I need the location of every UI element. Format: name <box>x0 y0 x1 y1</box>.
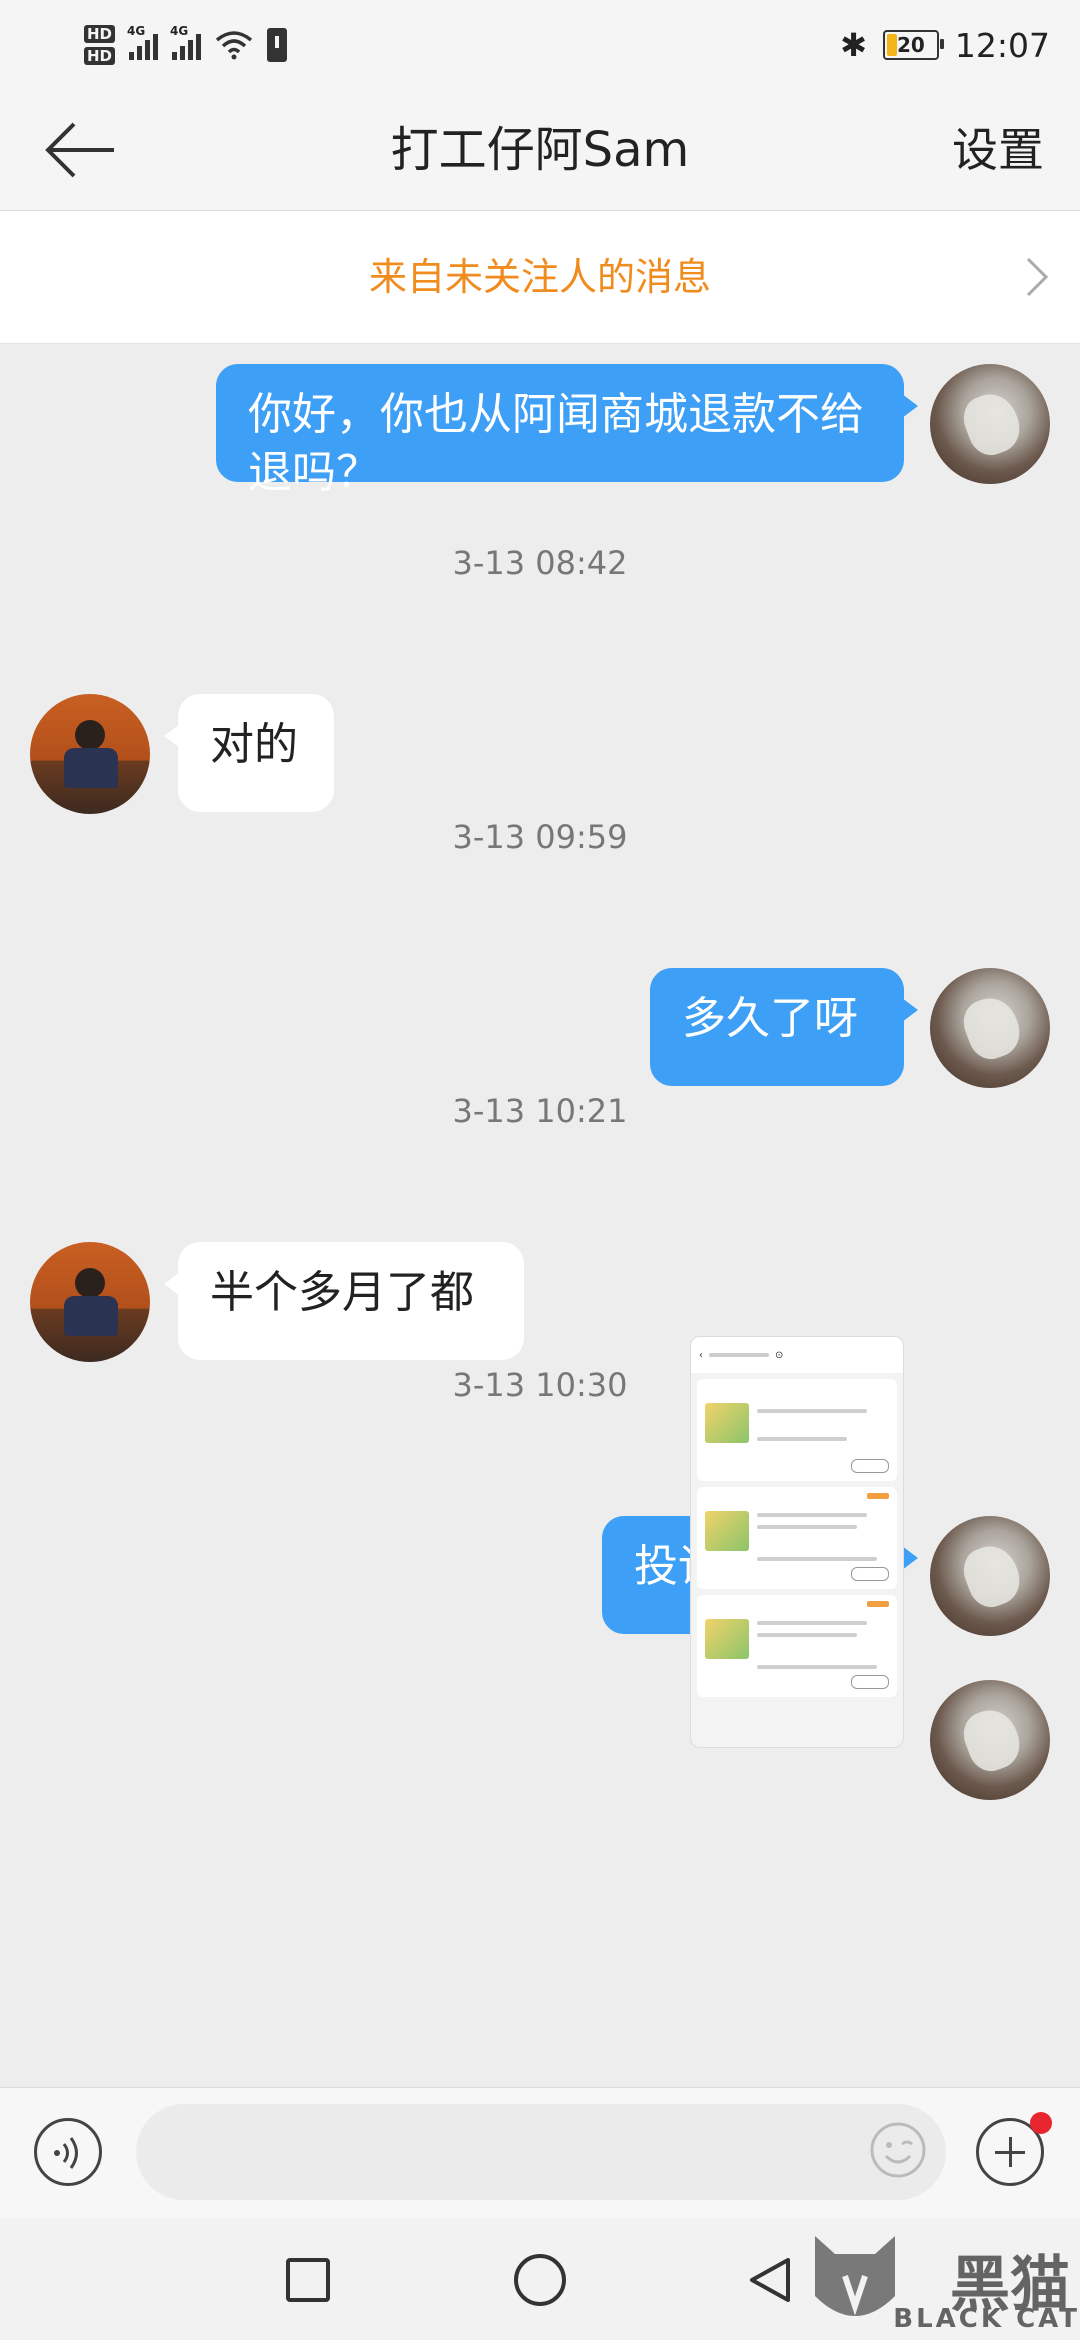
alert-icon <box>267 28 288 62</box>
clock: 12:07 <box>954 25 1050 65</box>
home-button[interactable] <box>514 2254 566 2306</box>
nav-back-icon[interactable] <box>744 2254 796 2306</box>
signal-icon: 4G <box>127 24 159 60</box>
status-left: HD HD 4G 4G <box>84 12 288 78</box>
message-bubble-outgoing[interactable]: 你好，你也从阿闻商城退款不给退吗？ <box>216 364 918 498</box>
message-bubble-incoming[interactable]: 半个多月了都 <box>164 1242 524 1360</box>
contact-avatar[interactable] <box>30 1242 150 1362</box>
message-timestamp: 3-13 08:42 <box>452 544 628 582</box>
hd2-icon: HD <box>84 47 116 65</box>
image-message-preview-card <box>697 1595 897 1697</box>
chat-screen: HD HD 4G 4G ✱ 20 12:07 打工仔阿Sam 设置 来自未关注人… <box>0 0 1080 2340</box>
image-message-preview-card <box>697 1487 897 1589</box>
message-timestamp: 3-13 09:59 <box>452 818 628 856</box>
my-avatar[interactable] <box>930 968 1050 1088</box>
message-timestamp: 3-13 10:30 <box>452 1366 628 1404</box>
chat-title: 打工仔阿Sam <box>390 122 690 178</box>
settings-button[interactable]: 设置 <box>952 90 1044 210</box>
emoji-icon[interactable] <box>868 2120 928 2180</box>
status-right: ✱ 20 12:07 <box>840 14 1050 76</box>
watermark-en: BLACK CAT <box>893 2304 1080 2334</box>
status-bar: HD HD 4G 4G ✱ 20 12:07 <box>0 0 1080 90</box>
network-label-2: 4G <box>170 24 189 38</box>
battery-level: 20 <box>896 33 925 57</box>
my-avatar[interactable] <box>930 1516 1050 1636</box>
message-list[interactable]: 你好，你也从阿闻商城退款不给退吗？ 3-13 08:42 对的 3-13 09:… <box>0 344 1080 2086</box>
message-bubble-outgoing[interactable]: 多久了呀 <box>650 968 918 1086</box>
contact-avatar[interactable] <box>30 694 150 814</box>
image-message-preview-card <box>697 1379 897 1481</box>
hd1-icon: HD <box>84 25 116 43</box>
chevron-right-icon <box>1026 257 1049 297</box>
message-timestamp: 3-13 10:21 <box>452 1092 628 1130</box>
my-avatar[interactable] <box>930 1680 1050 1800</box>
battery-icon: 20 <box>882 30 944 60</box>
message-bubble-incoming[interactable]: 对的 <box>164 694 334 812</box>
network-label: 4G <box>127 24 146 38</box>
image-message-preview-header: ‹ ⊙ <box>691 1337 903 1373</box>
black-cat-watermark: 黑猫 BLACK CAT <box>805 2222 1080 2340</box>
signal-icon-2: 4G <box>170 24 202 60</box>
hd-icons: HD HD <box>84 25 116 65</box>
message-input[interactable] <box>136 2104 946 2200</box>
recents-button[interactable] <box>286 2258 330 2302</box>
bluetooth-icon: ✱ <box>840 26 867 64</box>
non-follower-notice[interactable]: 来自未关注人的消息 <box>0 211 1080 344</box>
chat-header: 打工仔阿Sam 设置 <box>0 90 1080 211</box>
my-avatar[interactable] <box>930 364 1050 484</box>
notice-text: 来自未关注人的消息 <box>368 255 711 299</box>
voice-wave-icon <box>54 2137 78 2169</box>
voice-input-button[interactable] <box>34 2118 102 2186</box>
image-message[interactable]: ‹ ⊙ <box>690 1336 904 1748</box>
cat-logo-icon <box>815 2236 895 2316</box>
wifi-icon <box>215 31 253 60</box>
notification-dot <box>1030 2112 1052 2134</box>
composer-bar <box>0 2087 1080 2218</box>
